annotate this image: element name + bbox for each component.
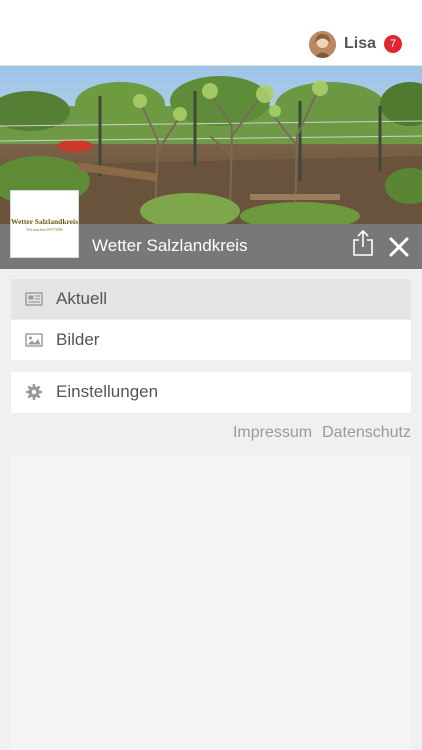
newspaper-icon [25, 292, 43, 306]
main-menu: Aktuell Bilder [11, 279, 411, 360]
username[interactable]: Lisa [344, 35, 376, 53]
content-area [11, 455, 411, 750]
datenschutz-link[interactable]: Datenschutz [322, 424, 411, 442]
menu-label-aktuell: Aktuell [56, 289, 108, 308]
image-icon [25, 333, 43, 347]
notification-badge[interactable]: 7 [384, 35, 402, 53]
top-bar: Lisa 7 [0, 0, 422, 66]
menu-item-bilder[interactable]: Bilder [11, 320, 411, 360]
close-icon [389, 237, 409, 257]
user-profile[interactable]: Lisa 7 [308, 30, 402, 58]
avatar[interactable] [308, 30, 336, 58]
menu-item-einstellungen[interactable]: Einstellungen [11, 372, 411, 413]
menu-item-aktuell[interactable]: Aktuell [11, 279, 411, 319]
page-title: Wetter Salzlandkreis [92, 236, 248, 255]
close-button[interactable] [388, 236, 410, 258]
menu-label-bilder: Bilder [56, 330, 100, 349]
logo-title: Wetter Salzlandkreis [11, 216, 79, 226]
site-logo: Wetter Salzlandkreis Wir machen WETTER [10, 190, 79, 258]
logo-subtitle: Wir machen WETTER [26, 226, 63, 232]
share-button[interactable] [351, 228, 375, 258]
footer-links: Impressum Datenschutz [233, 424, 411, 442]
menu-label-einstellungen: Einstellungen [56, 382, 159, 401]
impressum-link[interactable]: Impressum [233, 424, 312, 442]
settings-menu: Einstellungen [11, 372, 411, 413]
share-icon [353, 229, 373, 256]
gear-icon [26, 384, 42, 400]
